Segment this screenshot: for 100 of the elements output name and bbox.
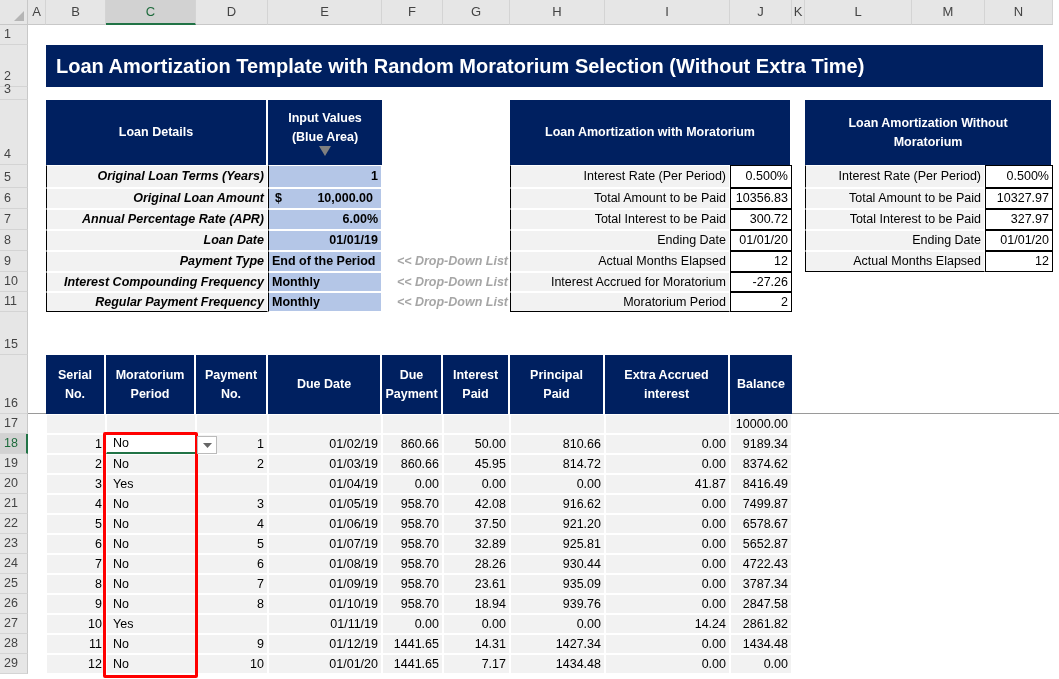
cell-value: No <box>113 495 129 513</box>
column-header[interactable]: F <box>382 0 443 25</box>
dropdown-cell[interactable]: No <box>106 594 196 614</box>
row-header[interactable]: 7 <box>0 209 28 230</box>
cell-value: 10 <box>46 614 106 634</box>
cell-value: 5 <box>46 514 106 534</box>
cell-value: 0.00 <box>605 514 730 534</box>
row-header[interactable]: 20 <box>0 474 28 494</box>
column-header[interactable]: D <box>196 0 268 25</box>
cell-value: 42.08 <box>443 494 510 514</box>
row-header[interactable]: 29 <box>0 654 28 674</box>
cell-value: 300.72 <box>730 209 792 230</box>
dropdown-cell[interactable]: No <box>106 494 196 514</box>
dropdown-button[interactable] <box>197 436 217 454</box>
row-header[interactable]: 15 <box>0 312 28 355</box>
cell-value: 0.00 <box>605 594 730 614</box>
cell-value: 7 <box>46 554 106 574</box>
row-header[interactable]: 6 <box>0 188 28 209</box>
input-value[interactable]: End of the Period <box>268 251 382 272</box>
cell-value: 810.66 <box>510 434 605 454</box>
column-header[interactable]: M <box>912 0 985 25</box>
heading-text: Interest <box>452 367 499 385</box>
row-header[interactable]: 4 <box>0 100 28 165</box>
cell-value: 0.00 <box>605 534 730 554</box>
dropdown-cell[interactable]: Yes <box>106 614 196 634</box>
cell-value: 41.87 <box>605 474 730 494</box>
cell-value: 2861.82 <box>730 614 792 634</box>
cell-value: 925.81 <box>510 534 605 554</box>
cell-value: No <box>113 555 129 573</box>
input-value[interactable]: Monthly <box>268 292 382 312</box>
cell-value: 0.500% <box>730 165 792 188</box>
dropdown-cell[interactable]: No <box>106 534 196 554</box>
dropdown-cell[interactable]: No <box>106 554 196 574</box>
input-value[interactable]: 01/01/19 <box>268 230 382 251</box>
cell-value: 18.94 <box>443 594 510 614</box>
column-header[interactable]: L <box>805 0 912 25</box>
column-header[interactable]: E <box>268 0 382 25</box>
cell-value: 958.70 <box>382 494 443 514</box>
row-header[interactable]: 25 <box>0 574 28 594</box>
column-header[interactable]: K <box>792 0 805 25</box>
cell-value: No <box>113 435 129 453</box>
input-value[interactable]: 6.00% <box>268 209 382 230</box>
row-header[interactable]: 21 <box>0 494 28 514</box>
cell-value: 958.70 <box>382 594 443 614</box>
row-label: Interest Rate (Per Period) <box>805 165 985 188</box>
row-header[interactable]: 17 <box>0 414 28 434</box>
heading-text: interest <box>643 385 690 403</box>
input-value[interactable]: Monthly <box>268 272 382 292</box>
column-header[interactable]: H <box>510 0 605 25</box>
column-header[interactable]: C <box>106 0 196 25</box>
row-header[interactable]: 10 <box>0 272 28 292</box>
column-header[interactable]: J <box>730 0 792 25</box>
row-header[interactable]: 26 <box>0 594 28 614</box>
column-header[interactable]: A <box>28 0 46 25</box>
cell-value: Yes <box>113 615 134 633</box>
row-header[interactable]: 1 <box>0 25 28 45</box>
heading-text: Principal <box>530 367 583 385</box>
cell-value: 5652.87 <box>730 534 792 554</box>
dropdown-cell[interactable]: No <box>106 454 196 474</box>
heading-text: Balance <box>737 376 785 394</box>
row-header[interactable]: 27 <box>0 614 28 634</box>
currency-symbol: $ <box>275 190 282 208</box>
row-header[interactable]: 5 <box>0 165 28 188</box>
column-header[interactable]: B <box>46 0 106 25</box>
cell-value: 1441.65 <box>382 634 443 654</box>
cell-value: 01/03/19 <box>268 454 382 474</box>
dropdown-cell[interactable]: No <box>106 574 196 594</box>
cell-value: 01/10/19 <box>268 594 382 614</box>
dropdown-cell[interactable]: No <box>106 634 196 654</box>
cell-value: 14.24 <box>605 614 730 634</box>
row-header[interactable]: 9 <box>0 251 28 272</box>
column-header[interactable]: G <box>443 0 510 25</box>
cell-value: No <box>113 575 129 593</box>
cell-value: 01/06/19 <box>268 514 382 534</box>
input-value[interactable]: 1 <box>268 165 382 188</box>
row-header[interactable]: 16 <box>0 355 28 414</box>
cell-value: No <box>113 595 129 613</box>
row-label: Actual Months Elapsed <box>805 251 985 272</box>
row-header[interactable]: 18 <box>0 434 28 454</box>
row-header[interactable]: 22 <box>0 514 28 534</box>
row-header[interactable]: 28 <box>0 634 28 654</box>
column-header[interactable]: N <box>985 0 1053 25</box>
dropdown-cell[interactable]: No <box>106 514 196 534</box>
row-header[interactable]: 24 <box>0 554 28 574</box>
cell-value: 860.66 <box>382 434 443 454</box>
cell-value: 14.31 <box>443 634 510 654</box>
column-header[interactable]: I <box>605 0 730 25</box>
row-header[interactable]: 19 <box>0 454 28 474</box>
dropdown-cell[interactable]: Yes <box>106 474 196 494</box>
cell-value: 958.70 <box>382 574 443 594</box>
cell-value: 01/04/19 <box>268 474 382 494</box>
cell-value: 8416.49 <box>730 474 792 494</box>
row-header[interactable]: 23 <box>0 534 28 554</box>
row-header[interactable]: 8 <box>0 230 28 251</box>
heading-text: Paid <box>543 385 570 403</box>
dropdown-cell[interactable]: No <box>106 654 196 674</box>
cell-value: 01/11/19 <box>268 614 382 634</box>
cell-value: 3 <box>46 474 106 494</box>
row-label: Moratorium Period <box>510 292 730 312</box>
row-header[interactable]: 11 <box>0 292 28 312</box>
